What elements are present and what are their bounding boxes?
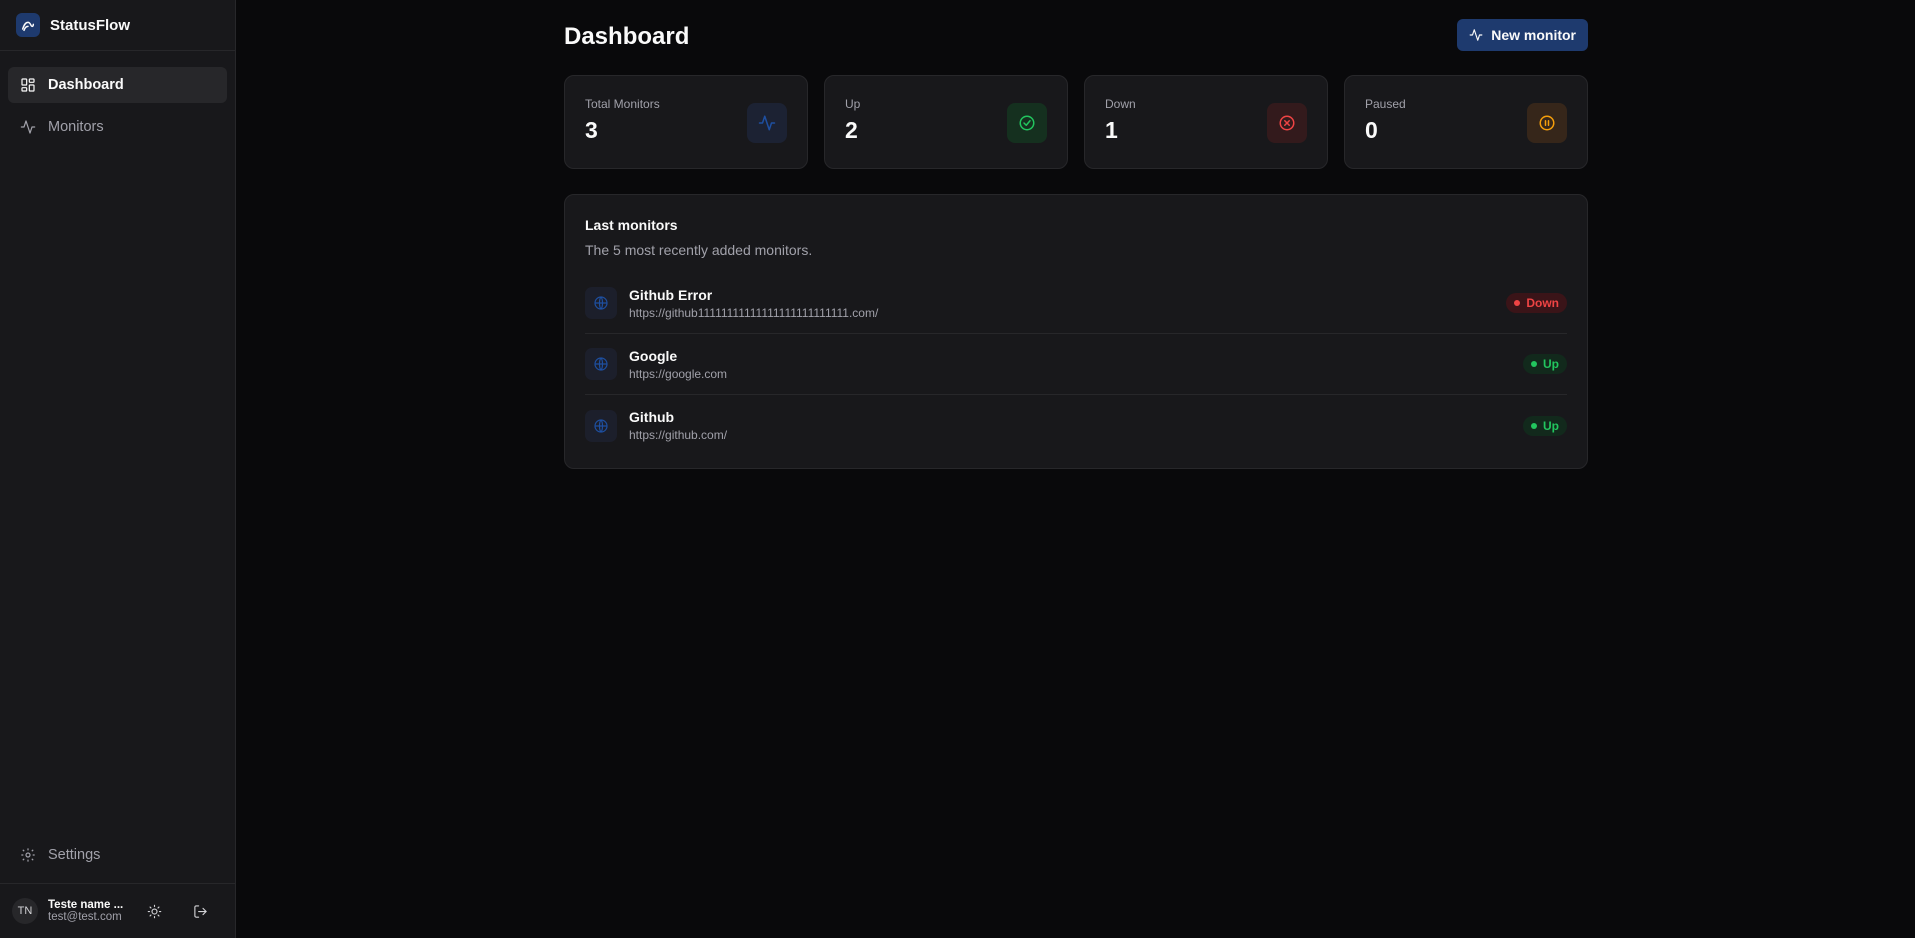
status-dot (1531, 361, 1537, 367)
new-monitor-button[interactable]: New monitor (1457, 19, 1588, 51)
page-title: Dashboard (564, 23, 690, 50)
panel-description: The 5 most recently added monitors. (585, 242, 813, 258)
sidebar-item-dashboard[interactable]: Dashboard (8, 67, 227, 103)
stats-grid: Total Monitors 3 Up 2 Down 1 Paused 0 (564, 75, 1588, 169)
monitor-info: Google https://google.com (629, 348, 1523, 381)
sidebar: StatusFlow Dashboard Monitors Settings T… (0, 0, 236, 938)
x-circle-icon (1267, 103, 1307, 143)
status-badge: Down (1506, 293, 1567, 313)
list-item[interactable]: Google https://google.com Up (585, 334, 1567, 395)
new-monitor-label: New monitor (1491, 27, 1576, 43)
list-item[interactable]: Github https://github.com/ Up (585, 395, 1567, 456)
sidebar-item-label: Dashboard (48, 77, 124, 93)
status-dot (1514, 300, 1521, 306)
user-footer: TN Teste name ... test@test.com (0, 883, 235, 938)
status-label: Up (1543, 418, 1559, 433)
activity-icon (20, 120, 36, 134)
avatar[interactable]: TN (12, 898, 38, 924)
brand[interactable]: StatusFlow (0, 0, 235, 51)
status-label: Up (1543, 357, 1559, 371)
monitor-name: Google (629, 347, 678, 364)
sidebar-item-label: Monitors (48, 119, 104, 135)
stat-card-paused: Paused 0 (1344, 75, 1588, 169)
status-badge: Up (1523, 354, 1567, 374)
monitor-info: Github https://github.com/ (629, 409, 1523, 442)
monitor-name: Github Error (629, 286, 713, 303)
globe-icon (585, 287, 617, 319)
stat-card-up: Up 2 (824, 75, 1068, 169)
globe-icon (585, 409, 617, 442)
logout-icon (193, 904, 207, 918)
monitor-name: Github (629, 409, 675, 425)
stat-card-total: Total Monitors 3 (564, 75, 808, 169)
layout-grid-icon (21, 78, 35, 92)
activity-icon (747, 103, 787, 143)
user-info: Teste name ... test@test.com (48, 899, 126, 923)
sidebar-nav: Dashboard Monitors (0, 51, 235, 145)
monitor-url: https://google.com (629, 366, 728, 381)
brand-name: StatusFlow (50, 16, 131, 34)
stat-card-down: Down 1 (1084, 75, 1328, 169)
main-content: Dashboard New monitor Total Monitors 3 U… (564, 0, 1588, 469)
status-badge: Up (1523, 415, 1567, 436)
monitor-url: https://github.com/ (629, 428, 728, 442)
gear-icon (21, 848, 35, 862)
activity-logo-icon (16, 13, 40, 37)
sidebar-settings: Settings (0, 837, 235, 883)
panel-title: Last monitors (585, 217, 678, 233)
monitor-list: Github Error https://github1111111111111… (585, 273, 1567, 456)
globe-icon (585, 348, 617, 380)
last-monitors-panel: Last monitors The 5 most recently added … (564, 194, 1588, 469)
user-email: test@test.com (48, 911, 122, 923)
monitor-info: Github Error https://github1111111111111… (629, 287, 1506, 320)
theme-toggle-button[interactable] (136, 893, 172, 929)
pause-circle-icon (1527, 103, 1567, 143)
page-header: Dashboard New monitor (564, 0, 1588, 72)
status-label: Down (1526, 296, 1559, 310)
sidebar-item-monitors[interactable]: Monitors (8, 109, 227, 145)
activity-icon (1469, 29, 1483, 41)
monitor-url: https://github11111111111111111111111111… (629, 305, 879, 320)
sidebar-item-settings[interactable]: Settings (8, 837, 227, 873)
sidebar-item-label: Settings (48, 847, 101, 863)
list-item[interactable]: Github Error https://github1111111111111… (585, 273, 1567, 334)
sun-icon (147, 904, 161, 918)
logout-button[interactable] (182, 893, 218, 929)
user-name: Teste name ... (48, 899, 124, 911)
status-dot (1531, 422, 1537, 429)
check-circle-icon (1007, 103, 1047, 143)
